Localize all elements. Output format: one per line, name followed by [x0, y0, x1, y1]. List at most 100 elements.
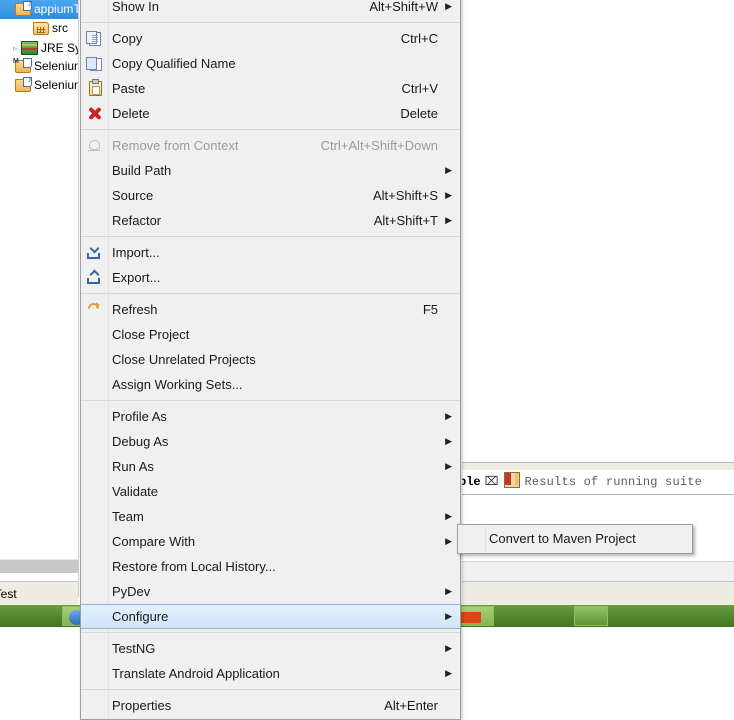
refresh-icon — [81, 297, 108, 322]
menu-separator — [81, 293, 460, 294]
status-strip — [462, 561, 734, 582]
copy-icon-glyph — [86, 31, 101, 46]
delete-icon — [81, 101, 108, 126]
menu-item-profile-as[interactable]: Profile As ▶ — [81, 404, 460, 429]
menu-item-shortcut: Ctrl+C — [400, 31, 438, 46]
menu-item-refactor[interactable]: Refactor Alt+Shift+T ▶ — [81, 208, 460, 233]
menu-item-label: Close Unrelated Projects — [112, 352, 256, 367]
menu-item-label: Configure — [112, 609, 169, 624]
menu-item-close-unrelated-projects[interactable]: Close Unrelated Projects ▶ — [81, 347, 460, 372]
menu-item-convert-to-maven-project[interactable]: Convert to Maven Project ▶ — [458, 526, 692, 552]
export-icon-glyph — [87, 270, 102, 284]
import-icon — [81, 240, 108, 265]
menu-item-validate[interactable]: Validate ▶ — [81, 479, 460, 504]
menu-item-configure[interactable]: Configure ▶ — [81, 604, 460, 629]
menu-icon-slot — [81, 636, 108, 661]
tree-item[interactable]: SeleniumT — [0, 76, 82, 95]
close-icon[interactable]: ⌧ — [485, 470, 499, 494]
console-results-view: ble ⌧ Results of running suite — [462, 0, 734, 606]
menu-icon-slot — [81, 347, 108, 372]
menu-item-label: Copy Qualified Name — [112, 56, 236, 71]
tree-item-label: SeleniumT — [34, 78, 82, 92]
menu-arrow-slot: ▶ — [438, 133, 454, 158]
menu-item-compare-with[interactable]: Compare With ▶ — [81, 529, 460, 554]
menu-item-export[interactable]: Export... ▶ — [81, 265, 460, 290]
tree-item-label: SeleniumM — [34, 59, 82, 73]
editor-tab-bottom-left[interactable]: umTest — [0, 581, 78, 606]
menu-arrow-slot: ▶ — [438, 265, 454, 290]
menu-item-show-in[interactable]: Show In Alt+Shift+W ▶ — [81, 0, 460, 19]
menu-icon-slot — [81, 429, 108, 454]
project-context-menu[interactable]: Show InAlt+Shift+W▶CopyCtrl+C▶Copy Quali… — [80, 0, 461, 720]
menu-item-label: Close Project — [112, 327, 190, 342]
menu-item-label: Team — [112, 509, 144, 524]
remove-from-context-icon — [81, 133, 108, 158]
delete-icon-glyph — [88, 107, 101, 120]
expand-arrow-icon[interactable]: ▹ — [10, 39, 21, 57]
menu-item-shortcut: F5 — [422, 302, 438, 317]
tree-item-label: appiumTe — [34, 2, 82, 16]
menu-item-label: TestNG — [112, 641, 156, 656]
menu-item-label: Debug As — [112, 434, 169, 449]
submenu-arrow-icon: ▶ — [445, 511, 452, 521]
menu-item-run-as[interactable]: Run As ▶ — [81, 454, 460, 479]
tab-console[interactable]: ble — [462, 470, 481, 494]
menu-item-shortcut: Ctrl+Alt+Shift+Down — [320, 138, 438, 153]
copy-icon — [81, 26, 108, 51]
menu-item-label: Profile As — [112, 409, 167, 424]
menu-item-paste[interactable]: Paste Ctrl+V▶ — [81, 76, 460, 101]
menu-item-remove-from-context: Remove from Context Ctrl+Alt+Shift+Down▶ — [81, 133, 460, 158]
menu-arrow-slot: ▶ — [438, 554, 454, 579]
menu-item-assign-working-sets[interactable]: Assign Working Sets... ▶ — [81, 372, 460, 397]
menu-item-restore-from-local-history[interactable]: Restore from Local History... ▶ — [81, 554, 460, 579]
menu-item-properties[interactable]: Properties Alt+Enter▶ — [81, 693, 460, 718]
menu-icon-slot — [81, 554, 108, 579]
menu-arrow-slot: ▶ — [438, 51, 454, 76]
export-icon — [81, 265, 108, 290]
menu-item-import[interactable]: Import... ▶ — [81, 240, 460, 265]
view-tabbar-strip — [462, 463, 734, 470]
view-tab-row[interactable]: ble ⌧ Results of running suite — [462, 470, 734, 494]
menu-item-close-project[interactable]: Close Project ▶ — [81, 322, 460, 347]
menu-item-debug-as[interactable]: Debug As ▶ — [81, 429, 460, 454]
maven-project-icon — [13, 57, 32, 73]
menu-item-translate-android-application[interactable]: Translate Android Application ▶ — [81, 661, 460, 686]
tree-item[interactable]: appiumTe — [0, 0, 82, 19]
menu-item-label: Paste — [112, 81, 146, 96]
tree-item[interactable]: SeleniumM — [0, 57, 82, 76]
menu-item-copy-qualified-name[interactable]: Copy Qualified Name ▶ — [81, 51, 460, 76]
tree-item[interactable]: src — [0, 19, 82, 38]
tree-item[interactable]: ▹ JRE Sy — [0, 38, 82, 57]
menu-icon-slot — [81, 693, 108, 718]
explorer-horizontal-scrollbar[interactable] — [0, 559, 78, 574]
submenu-arrow-icon: ▶ — [445, 165, 452, 175]
bottom-tab-strip — [462, 581, 734, 606]
menu-item-refresh[interactable]: Refresh F5▶ — [81, 297, 460, 322]
menu-arrow-slot: ▶ — [438, 372, 454, 397]
menu-item-shortcut: Alt+Enter — [384, 698, 438, 713]
configure-submenu[interactable]: Convert to Maven Project ▶ — [457, 524, 693, 554]
menu-item-pydev[interactable]: PyDev ▶ — [81, 579, 460, 604]
menu-icon-slot — [81, 0, 108, 19]
menu-item-label: Restore from Local History... — [112, 559, 276, 574]
menu-item-label: Import... — [112, 245, 160, 260]
menu-item-label: PyDev — [112, 584, 151, 599]
tab-results-of-running-suite[interactable]: Results of running suite — [524, 475, 702, 489]
menu-item-copy[interactable]: Copy Ctrl+C▶ — [81, 26, 460, 51]
menu-item-build-path[interactable]: Build Path ▶ — [81, 158, 460, 183]
taskbar-button-other[interactable] — [574, 606, 608, 626]
menu-icon-slot — [81, 183, 108, 208]
menu-item-source[interactable]: Source Alt+Shift+S ▶ — [81, 183, 460, 208]
menu-arrow-slot: ▶ — [438, 240, 454, 265]
menu-separator — [81, 22, 460, 23]
copy-qualified-name-icon-glyph — [86, 57, 102, 71]
menu-separator — [81, 400, 460, 401]
menu-item-delete[interactable]: DeleteDelete▶ — [81, 101, 460, 126]
menu-item-testng[interactable]: TestNG ▶ — [81, 636, 460, 661]
submenu-arrow-icon: ▶ — [445, 668, 452, 678]
java-project-icon — [15, 0, 32, 16]
remove-from-context-icon-glyph — [88, 140, 101, 151]
menu-item-label: Export... — [112, 270, 161, 285]
submenu-arrow-icon: ▶ — [445, 190, 452, 200]
menu-item-team[interactable]: Team ▶ — [81, 504, 460, 529]
